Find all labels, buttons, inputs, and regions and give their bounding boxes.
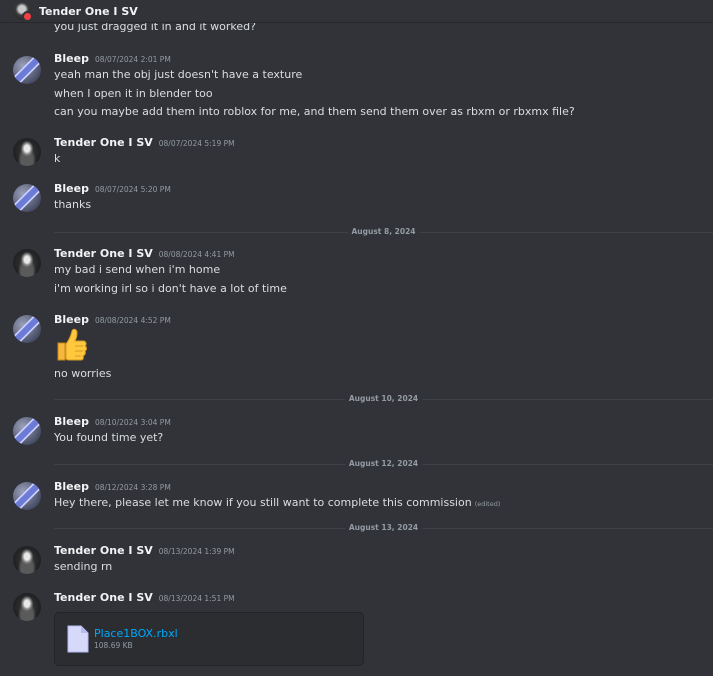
message-text: Hey there, please let me know if you sti… — [54, 496, 500, 509]
message-text: You found time yet? — [54, 431, 164, 444]
timestamp: 08/10/2024 3:04 PM — [94, 418, 171, 427]
author-name[interactable]: Bleep — [54, 52, 89, 65]
message-text-content: Hey there, please let me know if you sti… — [54, 496, 472, 509]
avatar-tender[interactable] — [13, 249, 41, 277]
avatar-tender[interactable] — [13, 593, 41, 621]
message-text: k — [54, 152, 61, 165]
date-divider: August 10, 2024 — [54, 394, 713, 403]
message-text: sending rn — [54, 560, 113, 573]
message-group: Bleep 08/12/2024 3:28 PM Hey there, plea… — [0, 480, 713, 514]
message-text: no worries — [54, 367, 112, 380]
author-name[interactable]: Bleep — [54, 415, 89, 428]
author-name[interactable]: Tender One I SV — [54, 247, 153, 260]
edited-label: (edited) — [474, 500, 501, 508]
message-text: i'm working irl so i don't have a lot of… — [54, 282, 287, 295]
channel-title: Tender One I SV — [39, 4, 138, 18]
status-dnd-icon — [22, 11, 33, 22]
author-name[interactable]: Tender One I SV — [54, 544, 153, 557]
message-group: Bleep 08/10/2024 3:04 PM You found time … — [0, 415, 713, 449]
avatar-bleep[interactable] — [13, 417, 41, 445]
message-group: Tender One I SV 08/07/2024 5:19 PM k — [0, 136, 713, 170]
file-size: 108.69 KB — [94, 641, 133, 650]
avatar-bleep[interactable] — [13, 184, 41, 212]
author-name[interactable]: Bleep — [54, 480, 89, 493]
dm-avatar[interactable] — [13, 2, 33, 22]
author-name[interactable]: Tender One I SV — [54, 136, 153, 149]
date-divider: August 8, 2024 — [54, 227, 713, 236]
message-text: thanks — [54, 198, 92, 211]
timestamp: 08/12/2024 3:28 PM — [94, 483, 171, 492]
message-text: my bad i send when i'm home — [54, 263, 221, 276]
timestamp: 08/08/2024 4:41 PM — [158, 250, 235, 259]
message-group: Tender One I SV 08/13/2024 1:39 PM sendi… — [0, 544, 713, 578]
message-group: Tender One I SV 08/13/2024 1:51 PM — [0, 591, 713, 621]
author-name[interactable]: Bleep — [54, 182, 89, 195]
avatar-tender[interactable] — [13, 546, 41, 574]
message-group: Bleep 08/07/2024 2:01 PM yeah man the ob… — [0, 52, 713, 122]
message-group: Tender One I SV 08/08/2024 4:41 PM my ba… — [0, 247, 713, 299]
file-icon — [67, 625, 89, 653]
author-name[interactable]: Tender One I SV — [54, 591, 153, 604]
file-name-link[interactable]: Place1BOX.rbxl — [94, 627, 178, 640]
message-text: can you maybe add them into roblox for m… — [54, 105, 575, 118]
timestamp: 08/07/2024 2:01 PM — [94, 55, 171, 64]
timestamp: 08/07/2024 5:20 PM — [94, 185, 171, 194]
avatar-bleep[interactable] — [13, 56, 41, 84]
timestamp: 08/13/2024 1:51 PM — [158, 594, 235, 603]
author-name[interactable]: Bleep — [54, 313, 89, 326]
date-divider-label: August 8, 2024 — [347, 227, 420, 236]
timestamp: 08/07/2024 5:19 PM — [158, 139, 235, 148]
avatar-bleep[interactable] — [13, 482, 41, 510]
channel-header: Tender One I SV — [0, 0, 713, 23]
date-divider-label: August 13, 2024 — [344, 523, 423, 532]
thumbs-up-icon[interactable] — [54, 327, 88, 363]
date-divider: August 12, 2024 — [54, 459, 713, 468]
message-group: Bleep 08/07/2024 5:20 PM thanks — [0, 182, 713, 216]
date-divider-label: August 10, 2024 — [344, 394, 423, 403]
avatar-bleep[interactable] — [13, 315, 41, 343]
timestamp: 08/08/2024 4:52 PM — [94, 316, 171, 325]
message-text: yeah man the obj just doesn't have a tex… — [54, 68, 303, 81]
date-divider-label: August 12, 2024 — [344, 459, 423, 468]
message-text: when I open it in blender too — [54, 87, 213, 100]
date-divider: August 13, 2024 — [54, 523, 713, 532]
avatar-tender[interactable] — [13, 138, 41, 166]
message-group: Bleep 08/08/2024 4:52 PM no worries — [0, 313, 713, 383]
timestamp: 08/13/2024 1:39 PM — [158, 547, 235, 556]
file-attachment[interactable]: Place1BOX.rbxl 108.69 KB — [54, 612, 364, 666]
